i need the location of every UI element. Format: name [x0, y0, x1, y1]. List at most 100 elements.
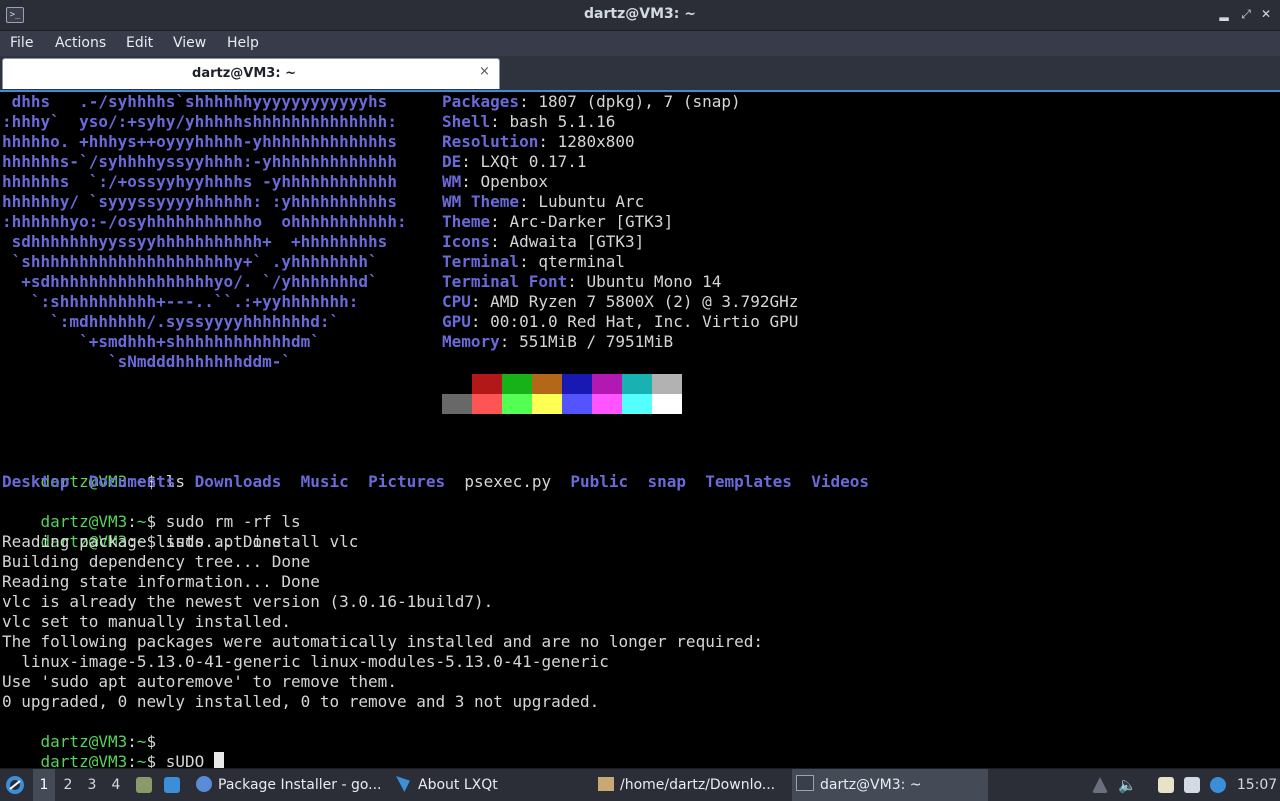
updates-icon[interactable] — [1210, 777, 1226, 793]
prompt-line-current[interactable]: dartz@VM3:~$ sUDO — [2, 732, 224, 768]
ls-output: Desktop Documents Downloads Music Pictur… — [2, 472, 869, 492]
prompt-path: ~ — [136, 752, 147, 768]
prompt-line-empty: dartz@VM3:~$ — [2, 712, 166, 751]
info-row: WM: Openbox — [442, 172, 548, 192]
info-value: 00:01.0 Red Hat, Inc. Virtio GPU — [490, 312, 799, 331]
info-key: Theme — [442, 212, 491, 231]
clock[interactable]: 15:07 — [1236, 769, 1278, 801]
menu-actions[interactable]: Actions — [55, 34, 106, 52]
palette-swatch — [472, 374, 502, 394]
prompt-line-apt: dartz@VM3:~$ sudo apt install vlc — [2, 512, 359, 551]
logo-line: hhhhho. +hhhys++oyyyhhhhh-yhhhhhhhhhhhhh… — [2, 132, 397, 151]
close-icon[interactable]: ✕ — [1256, 4, 1276, 24]
info-separator: : — [470, 292, 491, 311]
command-input[interactable]: sUDO — [166, 752, 214, 768]
apt-output-line: Building dependency tree... Done — [2, 552, 311, 571]
start-menu-button[interactable] — [0, 769, 30, 801]
lubuntu-logo-icon[interactable] — [0, 769, 30, 801]
info-key: GPU — [442, 312, 471, 331]
info-row: Resolution: 1280x800 — [442, 132, 635, 152]
prompt-user-host: dartz@VM3 — [40, 752, 128, 768]
prompt-line-ls: dartz@VM3:~$ ls — [2, 452, 186, 491]
info-separator: : — [461, 172, 481, 191]
info-key: CPU — [442, 292, 471, 311]
tray-up-arrow-icon[interactable] — [1092, 777, 1108, 793]
task-label: Package Installer - go... — [218, 777, 382, 793]
logo-line: :hhhhhhyo:-/osyhhhhhhhhhhho ohhhhhhhhhhh… — [2, 212, 407, 231]
info-row: GPU: 00:01.0 Red Hat, Inc. Virtio GPU — [442, 312, 798, 332]
task-label: About LXQt — [418, 777, 498, 793]
info-row: CPU: AMD Ryzen 7 5800X (2) @ 3.792GHz — [442, 292, 798, 312]
info-value: 1280x800 — [557, 132, 635, 151]
folder-icon — [598, 777, 614, 791]
info-value: Ubuntu Mono 14 — [586, 272, 722, 291]
info-value: LXQt 0.17.1 — [480, 152, 587, 171]
palette-swatch — [562, 374, 592, 394]
apt-output-line: Use 'sudo apt autoremove' to remove them… — [2, 672, 397, 691]
info-separator: : — [490, 212, 510, 231]
menu-view[interactable]: View — [173, 34, 206, 52]
workspace-4[interactable]: 4 — [105, 769, 127, 801]
palette-swatch — [502, 374, 532, 394]
info-separator: : — [490, 232, 510, 251]
ls-directory: Public — [570, 472, 629, 491]
tab-label: dartz@VM3: ~ — [192, 66, 296, 81]
apt-output-line: linux-image-5.13.0-41-generic linux-modu… — [2, 652, 609, 671]
menu-help[interactable]: Help — [227, 34, 259, 52]
task-about-lxqt[interactable]: About LXQt — [392, 769, 588, 801]
palette-swatch — [592, 394, 622, 414]
ls-directory: Documents — [88, 472, 176, 491]
info-separator: : — [519, 192, 539, 211]
info-separator: : — [470, 312, 491, 331]
task-file-manager[interactable]: /home/dartz/Downlo... — [594, 769, 786, 801]
logo-line: `sNmdddhhhhhhhddm-` — [2, 352, 291, 371]
logo-line: `shhhhhhhhhhhhhhhhhhhhhy+` .yhhhhhhhh` — [2, 252, 378, 271]
menu-edit[interactable]: Edit — [126, 34, 153, 52]
terminal-output[interactable]: dhhs .-/syhhhhs`shhhhhhyyyyyyyyyyyyhs:hh… — [0, 90, 1280, 768]
info-key: Resolution — [442, 132, 539, 151]
ls-directory: Downloads — [194, 472, 282, 491]
minimize-icon[interactable]: ▂ — [1214, 4, 1234, 24]
package-installer-icon — [196, 776, 212, 792]
info-row: WM Theme: Lubuntu Arc — [442, 192, 644, 212]
palette-swatch — [622, 374, 652, 394]
ls-directory: Desktop — [2, 472, 70, 491]
network-icon[interactable] — [1184, 777, 1200, 793]
info-value: Lubuntu Arc — [538, 192, 645, 211]
tab-close-icon[interactable]: × — [479, 64, 490, 79]
ls-directory: snap — [647, 472, 686, 491]
workspace-1[interactable]: 1 — [33, 769, 55, 801]
palette-swatch — [622, 394, 652, 414]
task-terminal[interactable]: dartz@VM3: ~ — [792, 769, 988, 801]
info-key: Memory — [442, 332, 500, 351]
info-value: AMD Ryzen 7 5800X (2) @ 3.792GHz — [490, 292, 799, 311]
maximize-icon[interactable]: ⤢ — [1236, 4, 1256, 24]
prompt-colon: : — [127, 752, 137, 768]
tab-terminal[interactable]: dartz@VM3: ~ × — [2, 58, 500, 89]
info-separator: : — [538, 132, 558, 151]
info-key: Terminal Font — [442, 272, 568, 291]
volume-icon[interactable]: 🔈 — [1118, 769, 1138, 801]
menu-file[interactable]: File — [10, 34, 33, 52]
palette-swatch — [652, 374, 682, 394]
palette-swatch — [532, 374, 562, 394]
palette-swatch — [532, 394, 562, 414]
logo-line: dhhs .-/syhhhhs`shhhhhhyyyyyyyyyyyyhs — [2, 92, 388, 111]
file-manager-quicklaunch-icon[interactable] — [136, 777, 152, 793]
task-package-installer[interactable]: Package Installer - go... — [192, 769, 384, 801]
workspace-3[interactable]: 3 — [81, 769, 103, 801]
info-key: Packages — [442, 92, 520, 111]
menu-bar: File Actions Edit View Help — [0, 31, 1280, 56]
show-desktop-icon[interactable] — [164, 777, 180, 793]
window-titlebar[interactable]: >_ dartz@VM3: ~ ▂ ⤢ ✕ — [0, 0, 1280, 31]
logo-line: `:mdhhhhhh/.syssyyyyhhhhhhhd:` — [2, 312, 340, 331]
tab-bar: dartz@VM3: ~ × — [0, 56, 1280, 90]
ls-directory: Music — [300, 472, 349, 491]
apt-output-line: vlc set to manually installed. — [2, 612, 291, 631]
logo-line: `:shhhhhhhhhh+---..``.:+yyhhhhhhh: — [2, 292, 359, 311]
info-separator: : — [490, 112, 510, 131]
workspace-2[interactable]: 2 — [57, 769, 79, 801]
clipboard-icon[interactable] — [1158, 777, 1174, 793]
lxqt-icon — [396, 776, 410, 792]
logo-line: hhhhhhy/ `syyyssyyyyhhhhhh: :yhhhhhhhhhh… — [2, 192, 397, 211]
